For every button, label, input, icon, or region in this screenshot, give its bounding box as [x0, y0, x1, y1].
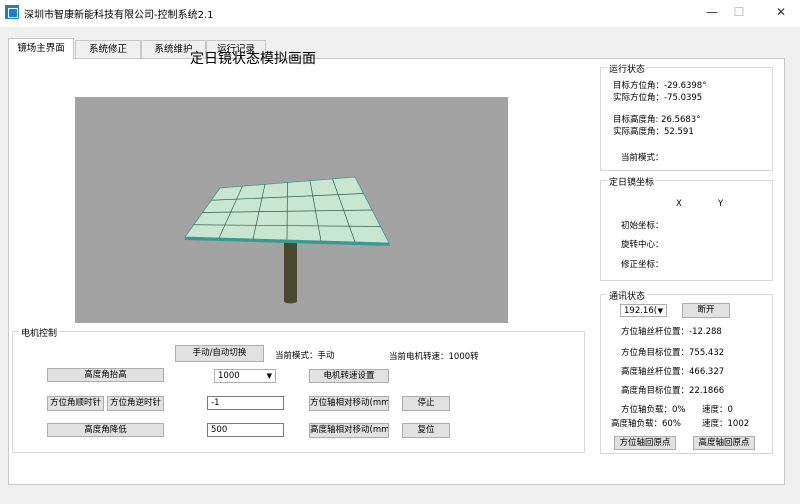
app-icon [5, 5, 19, 19]
disconnect-button[interactable]: 断开 [682, 303, 730, 318]
heliostat-model [184, 176, 390, 304]
y-column-header: Y [718, 199, 724, 209]
altitude-target-readout: 高度角目标位置：22.1866 [621, 386, 725, 396]
altitude-screw-readout: 高度轴丝杆位置：466.327 [621, 367, 725, 377]
rotation-center-label: 旋转中心： [621, 240, 664, 250]
motor-speed-set-button[interactable]: 电机转速设置 [309, 369, 389, 383]
azimuth-load-readout: 方位轴负载：0% [621, 405, 686, 415]
actual-altitude-readout: 实际高度角：52.591 [613, 127, 694, 137]
heliostat-pole-base [284, 298, 297, 304]
altitude-step-input[interactable]: 500 [207, 423, 284, 437]
chevron-down-icon: ▼ [266, 372, 272, 380]
ip-address-select[interactable]: 192.16( ▼ [620, 304, 667, 317]
chevron-down-icon: ▼ [657, 307, 663, 315]
heliostat-coords-legend: 定日镜坐标 [607, 175, 657, 188]
azimuth-speed-readout: 速度：0 [702, 405, 733, 415]
altitude-speed-readout: 速度：1002 [702, 419, 750, 429]
actual-azimuth-readout: 实际方位角：-75.0395 [613, 93, 703, 103]
window-title: 深圳市智康新能科技有限公司-控制系统2.1 [24, 10, 214, 21]
motor-control-legend: 电机控制 [19, 326, 60, 339]
manual-auto-switch-button[interactable]: 手动/自动切换 [175, 345, 264, 362]
tab-mirror-field-main[interactable]: 镜场主界面 [8, 38, 74, 59]
altitude-lower-button[interactable]: 高度角降低 [47, 423, 164, 437]
motor-speed-label: 当前电机转速：1000转 [389, 352, 479, 362]
comm-status-legend: 通讯状态 [607, 289, 648, 302]
altitude-relative-move-button[interactable]: 高度轴相对移动(mm) [309, 423, 389, 438]
azimuth-relative-move-button[interactable]: 方位轴相对移动(mm) [309, 396, 389, 411]
azimuth-screw-readout: 方位轴丝杆位置：-12.288 [621, 327, 722, 337]
motor-speed-select-value: 1000 [218, 371, 240, 381]
azimuth-home-button[interactable]: 方位轴回原点 [614, 436, 676, 450]
scene-title: 定日镜状态模拟画面 [190, 51, 316, 67]
close-button[interactable]: ✕ [764, 2, 798, 22]
run-status-legend: 运行状态 [607, 62, 648, 75]
altitude-load-readout: 高度轴负载：60% [611, 419, 681, 429]
stop-button[interactable]: 停止 [402, 396, 450, 411]
azimuth-counterclockwise-button[interactable]: 方位角逆时针 [107, 396, 164, 411]
initial-coords-label: 初始坐标： [621, 221, 664, 231]
x-column-header: X [676, 199, 682, 209]
ip-address-value: 192.16( [624, 306, 658, 316]
reset-button[interactable]: 复位 [402, 423, 450, 438]
title-bar: 深圳市智康新能科技有限公司-控制系统2.1 — ☐ ✕ [0, 0, 800, 26]
maximize-button[interactable]: ☐ [722, 2, 756, 22]
azimuth-clockwise-button[interactable]: 方位角顺时针 [47, 396, 104, 411]
target-altitude-readout: 目标高度角: 26.5683° [613, 115, 701, 125]
azimuth-target-readout: 方位角目标位置：755.432 [621, 348, 725, 358]
current-mode-label: 当前模式：手动 [275, 351, 335, 361]
tab-system-correction[interactable]: 系统修正 [75, 40, 141, 58]
corrected-coords-label: 修正坐标： [621, 260, 664, 270]
altitude-raise-button[interactable]: 高度角抬高 [47, 368, 164, 382]
target-azimuth-readout: 目标方位角：-29.6398° [613, 81, 707, 91]
motor-speed-select[interactable]: 1000 ▼ [214, 369, 276, 383]
heliostat-3d-viewport[interactable] [75, 97, 508, 323]
heliostat-pole [284, 235, 297, 301]
run-mode-readout: 当前模式： [621, 153, 664, 163]
azimuth-step-input[interactable]: -1 [207, 396, 284, 410]
status-strip [8, 487, 785, 501]
altitude-home-button[interactable]: 高度轴回原点 [693, 436, 755, 450]
